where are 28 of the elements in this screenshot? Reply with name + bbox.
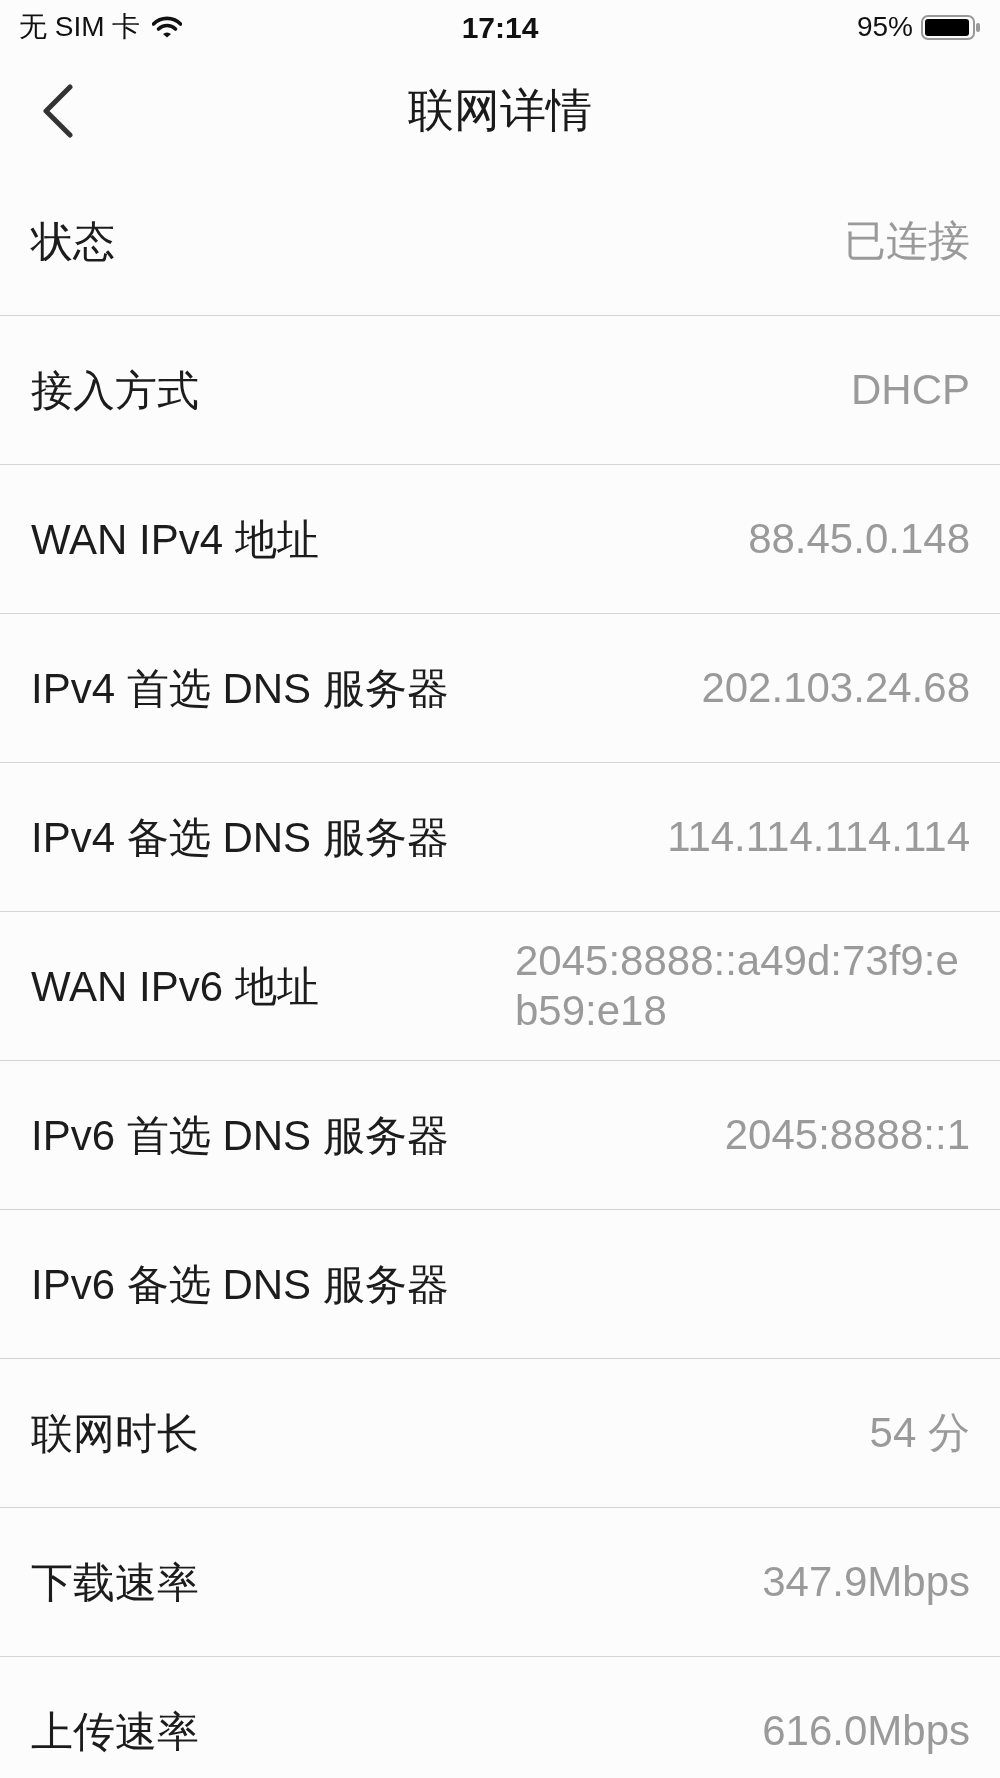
- wifi-icon: [152, 16, 183, 38]
- detail-value: 202.103.24.68: [701, 662, 970, 713]
- detail-label: 接入方式: [31, 365, 199, 416]
- detail-value: 54 分: [869, 1407, 970, 1458]
- detail-value: 2045:8888::a49d:73f9:eb59:e18: [515, 935, 960, 1036]
- detail-label: 联网时长: [31, 1408, 199, 1459]
- detail-label: WAN IPv6 地址: [31, 961, 319, 1012]
- detail-label: 状态: [31, 216, 115, 267]
- detail-label: IPv4 首选 DNS 服务器: [31, 663, 449, 714]
- battery-icon: [921, 14, 981, 40]
- battery-percent: 95%: [856, 10, 913, 44]
- chevron-left-icon: [42, 83, 74, 138]
- clock-time: 17:14: [461, 9, 539, 46]
- page-title: 联网详情: [408, 83, 592, 138]
- detail-value: 347.9Mbps: [762, 1556, 970, 1607]
- detail-label: IPv6 首选 DNS 服务器: [31, 1110, 449, 1161]
- detail-label: IPv4 备选 DNS 服务器: [31, 812, 449, 863]
- detail-label: IPv6 备选 DNS 服务器: [31, 1259, 449, 1310]
- detail-value: 2045:8888::1: [724, 1109, 970, 1160]
- detail-label: 下载速率: [31, 1557, 199, 1608]
- detail-label: 上传速率: [31, 1706, 199, 1757]
- detail-value: 616.0Mbps: [762, 1705, 970, 1756]
- carrier-label: 无 SIM 卡: [19, 10, 141, 44]
- detail-value: DHCP: [851, 364, 970, 415]
- detail-label: WAN IPv4 地址: [31, 514, 319, 565]
- detail-value: 88.45.0.148: [748, 513, 970, 564]
- detail-value: 已连接: [844, 215, 970, 266]
- detail-value: 114.114.114.114: [667, 811, 970, 862]
